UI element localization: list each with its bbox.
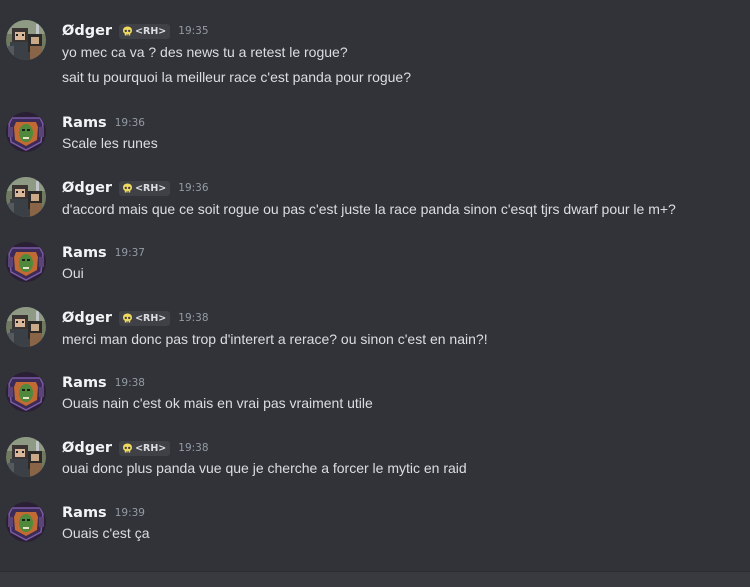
pixel-warrior-avatar-icon [6, 307, 46, 347]
message-text: merci man donc pas trop d'interert a rer… [62, 331, 488, 347]
skull-icon [122, 443, 133, 454]
username[interactable]: Rams [62, 115, 107, 131]
message-header: Rams 19:37 [62, 242, 145, 264]
username[interactable]: Ødger [62, 180, 112, 196]
timestamp[interactable]: 19:35 [178, 25, 208, 37]
message-text: Ouais nain c'est ok mais en vrai pas vra… [62, 395, 373, 411]
pixel-warrior-avatar-icon [6, 437, 46, 477]
message-header: Rams 19:38 [62, 372, 145, 394]
message-text: ouai donc plus panda vue que je cherche … [62, 460, 467, 476]
chat-messages-area[interactable]: Ødger <RH> 19:35 yo mec ca va ? des news… [0, 0, 750, 587]
user-avatar[interactable] [6, 372, 46, 412]
orc-shield-avatar-icon [6, 112, 46, 152]
guild-tag-label: <RH> [135, 312, 167, 324]
username[interactable]: Ødger [62, 23, 112, 39]
skull-icon [122, 313, 133, 324]
skull-icon [122, 26, 133, 37]
message-input-bar[interactable] [0, 571, 750, 587]
skull-icon [122, 183, 133, 194]
orc-shield-avatar-icon [6, 242, 46, 282]
username[interactable]: Rams [62, 505, 107, 521]
user-avatar[interactable] [6, 242, 46, 282]
message-text: Oui [62, 265, 84, 281]
guild-tag-label: <RH> [135, 442, 167, 454]
message-group: Rams 19:37 Oui [0, 242, 750, 286]
message-header: Rams 19:36 [62, 112, 145, 134]
user-avatar[interactable] [6, 502, 46, 542]
timestamp[interactable]: 19:36 [115, 117, 145, 129]
timestamp[interactable]: 19:38 [178, 312, 208, 324]
message-group: Rams 19:39 Ouais c'est ça [0, 502, 750, 546]
message-header: Ødger <RH> 19:36 [62, 177, 209, 199]
pixel-warrior-avatar-icon [6, 177, 46, 217]
message-group: Ødger <RH> 19:35 yo mec ca va ? des news… [0, 20, 750, 90]
guild-tag-label: <RH> [135, 182, 167, 194]
message-header: Ødger <RH> 19:38 [62, 307, 209, 329]
message-text: sait tu pourquoi la meilleur race c'est … [62, 69, 411, 85]
message-group: Ødger <RH> 19:38 ouai donc plus panda vu… [0, 437, 750, 481]
guild-tag[interactable]: <RH> [119, 440, 171, 456]
message-group: Ødger <RH> 19:36 d'accord mais que ce so… [0, 177, 750, 221]
guild-tag[interactable]: <RH> [119, 23, 171, 39]
guild-tag-label: <RH> [135, 25, 167, 37]
message-text: Ouais c'est ça [62, 525, 150, 541]
message-text: yo mec ca va ? des news tu a retest le r… [62, 44, 348, 60]
timestamp[interactable]: 19:37 [115, 247, 145, 259]
message-header: Ødger <RH> 19:35 [62, 20, 209, 42]
message-text: d'accord mais que ce soit rogue ou pas c… [62, 201, 676, 217]
message-header: Rams 19:39 [62, 502, 145, 524]
user-avatar[interactable] [6, 307, 46, 347]
user-avatar[interactable] [6, 437, 46, 477]
timestamp[interactable]: 19:38 [115, 377, 145, 389]
username[interactable]: Rams [62, 375, 107, 391]
timestamp[interactable]: 19:36 [178, 182, 208, 194]
message-group: Ødger <RH> 19:38 merci man donc pas trop… [0, 307, 750, 351]
guild-tag[interactable]: <RH> [119, 310, 171, 326]
username[interactable]: Rams [62, 245, 107, 261]
guild-tag[interactable]: <RH> [119, 180, 171, 196]
message-group: Rams 19:38 Ouais nain c'est ok mais en v… [0, 372, 750, 416]
username[interactable]: Ødger [62, 440, 112, 456]
message-header: Ødger <RH> 19:38 [62, 437, 209, 459]
timestamp[interactable]: 19:38 [178, 442, 208, 454]
user-avatar[interactable] [6, 177, 46, 217]
username[interactable]: Ødger [62, 310, 112, 326]
user-avatar[interactable] [6, 20, 46, 60]
orc-shield-avatar-icon [6, 502, 46, 542]
pixel-warrior-avatar-icon [6, 20, 46, 60]
message-text: Scale les runes [62, 135, 158, 151]
timestamp[interactable]: 19:39 [115, 507, 145, 519]
message-group: Rams 19:36 Scale les runes [0, 112, 750, 156]
user-avatar[interactable] [6, 112, 46, 152]
orc-shield-avatar-icon [6, 372, 46, 412]
